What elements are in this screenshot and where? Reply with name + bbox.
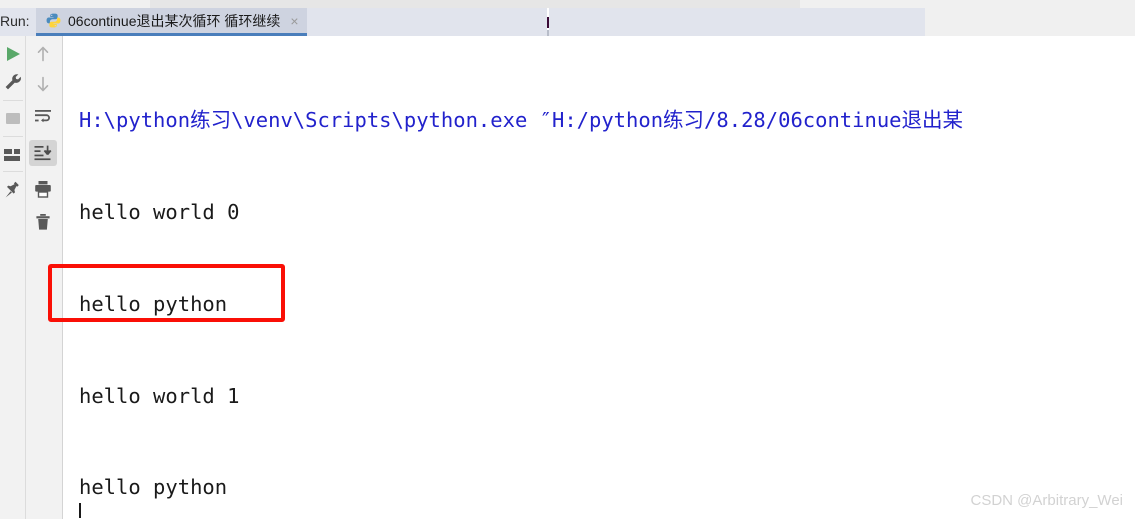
- console-line: hello python: [79, 291, 228, 316]
- text-cursor-marker-stem: [547, 17, 549, 28]
- console-output-panel[interactable]: H:\python练习\venv\Scripts\python.exe ″H:/…: [62, 36, 1135, 519]
- console-line: hello world 0: [79, 199, 240, 224]
- stop-icon[interactable]: [4, 110, 22, 133]
- run-tool-window-label: Run:: [0, 13, 30, 29]
- scroll-to-end-icon[interactable]: [33, 143, 53, 168]
- console-line: hello python: [79, 475, 228, 500]
- console-text-caret: [79, 503, 81, 518]
- run-tool-window-header: Run: 06continue退出某次循环 循环继续 ×: [0, 0, 1135, 36]
- arrow-up-icon[interactable]: [33, 44, 53, 69]
- console-line: H:\python练习\venv\Scripts\python.exe ″H:/…: [79, 108, 964, 133]
- run-icon[interactable]: [3, 44, 23, 69]
- trash-icon[interactable]: [33, 212, 53, 237]
- wrench-icon[interactable]: [3, 72, 23, 97]
- watermark-text: CSDN @Arbitrary_Wei: [970, 492, 1123, 509]
- tabbar-top-strip: [150, 0, 800, 8]
- soft-wrap-icon[interactable]: [33, 106, 53, 131]
- pin-icon[interactable]: [3, 180, 23, 205]
- toolbar-divider: [3, 100, 23, 101]
- console-actions-toolbar: [26, 36, 62, 519]
- tabbar-right-filler: [925, 8, 1135, 36]
- toolbar-divider-3: [3, 171, 23, 172]
- print-icon[interactable]: [33, 179, 53, 204]
- console-line: hello world 1: [79, 383, 240, 408]
- console-lines: H:\python练习\venv\Scripts\python.exe ″H:/…: [79, 44, 963, 519]
- toolbar-divider-2: [3, 136, 23, 137]
- tab-run-configuration[interactable]: 06continue退出某次循环 循环继续 ×: [36, 8, 307, 36]
- layout-icon[interactable]: [3, 146, 23, 169]
- python-icon: [46, 13, 61, 28]
- arrow-down-icon[interactable]: [33, 74, 53, 99]
- close-icon[interactable]: ×: [290, 14, 298, 28]
- tab-title: 06continue退出某次循环 循环继续: [68, 12, 281, 29]
- run-actions-toolbar: [0, 36, 26, 519]
